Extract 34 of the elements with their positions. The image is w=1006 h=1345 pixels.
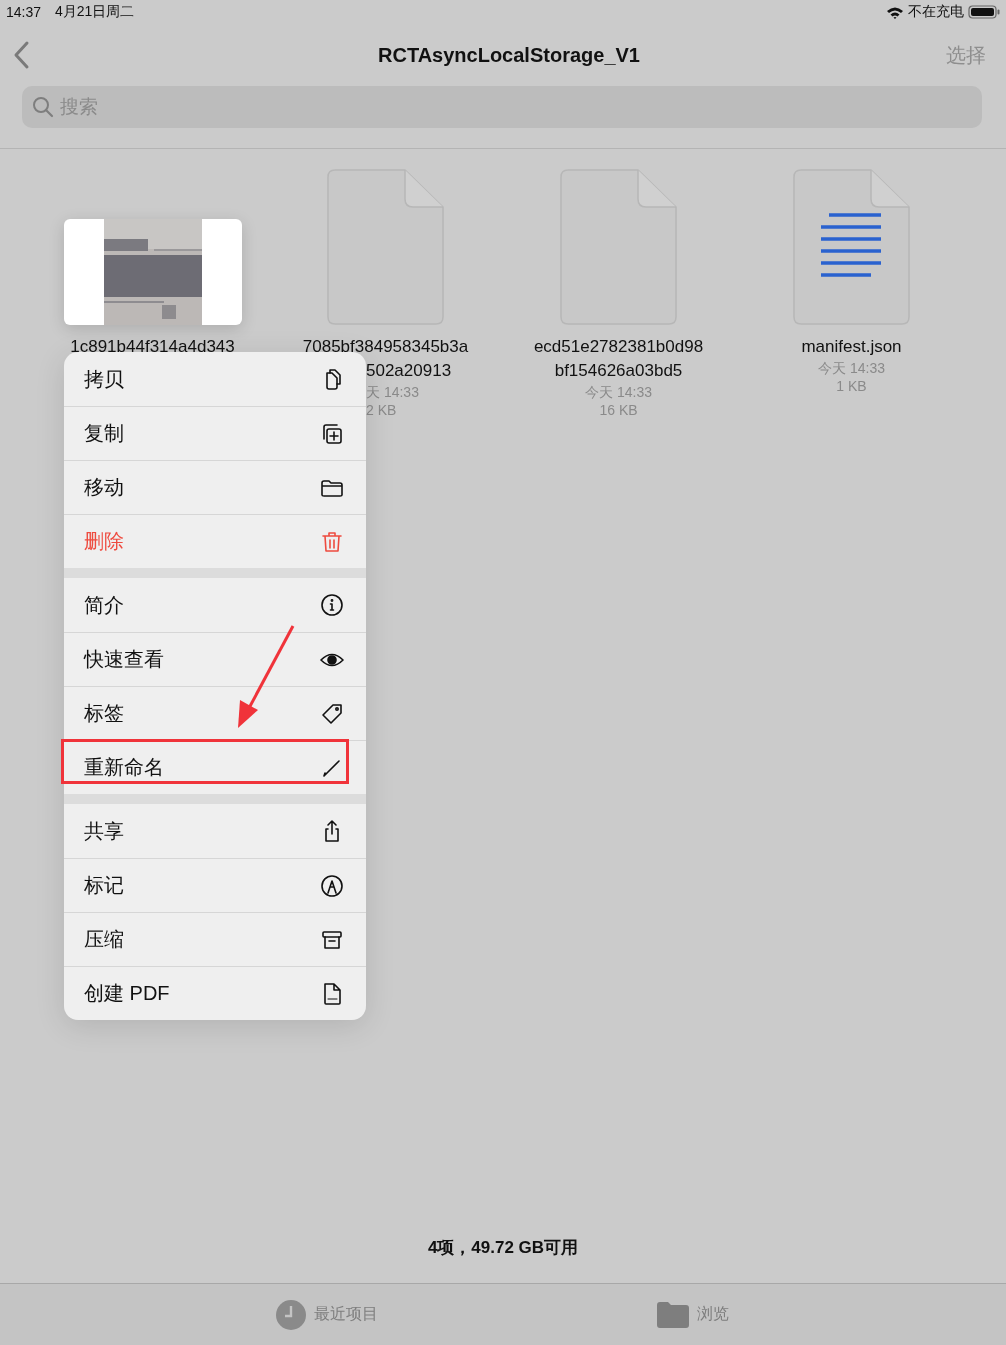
charging-status: 不在充电 [908, 3, 964, 21]
file-thumbnail[interactable] [63, 219, 242, 325]
file-date: 今天 14:33 [585, 383, 652, 401]
tag-icon [320, 701, 344, 726]
battery-icon [968, 5, 1000, 19]
storage-summary: 4项，49.72 GB可用 [426, 1237, 580, 1259]
menu-item[interactable]: 共享 [64, 804, 366, 858]
duplicate-icon [320, 421, 344, 446]
menu-item[interactable]: 简介 [64, 578, 366, 632]
trash-icon [320, 529, 344, 554]
file-name: 502a20913 [366, 360, 452, 382]
status-time: 14:37 [6, 4, 42, 20]
file-size: 2 KB [366, 401, 397, 419]
file-date: 今天 14:33 [818, 359, 885, 377]
folder-title: RCTAsyncLocalStorage_V1 [377, 43, 641, 67]
clock-icon [276, 1299, 306, 1330]
menu-item[interactable]: 创建 PDF [64, 966, 366, 1020]
file-name: manifest.json [801, 336, 902, 358]
file-name: ecd51e2782381b0d98 [533, 336, 704, 358]
file-size: 1 KB [836, 377, 867, 395]
status-date: 4月21日周二 [55, 3, 135, 21]
menu-item[interactable]: 移动 [64, 460, 366, 514]
menu-item[interactable]: 复制 [64, 406, 366, 460]
menu-item[interactable]: 标记 [64, 858, 366, 912]
menu-item[interactable]: 压缩 [64, 912, 366, 966]
folder-icon [657, 1301, 689, 1328]
menu-item[interactable]: 快速查看 [64, 632, 366, 686]
file-date: 天 14:33 [366, 383, 419, 401]
markup-icon [320, 873, 344, 898]
text-document-icon[interactable] [792, 169, 911, 325]
info-icon [320, 593, 344, 617]
file-name: bf154626a03bd5 [554, 360, 683, 382]
file-size: 16 KB [599, 401, 638, 419]
wifi-icon [886, 5, 904, 19]
